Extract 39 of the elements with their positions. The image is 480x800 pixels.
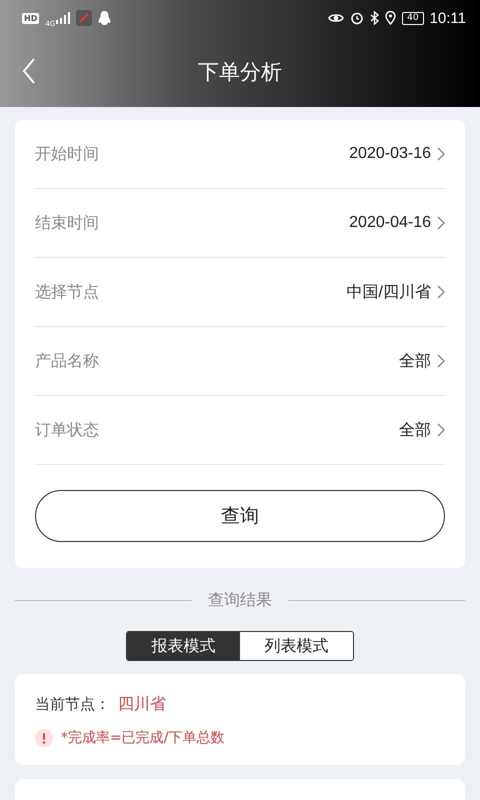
filter-label: 开始时间 — [35, 144, 100, 164]
filter-row[interactable]: 订单状态 全部 — [35, 396, 445, 465]
filter-value: 2020-03-16 — [349, 145, 431, 163]
alarm-icon — [350, 11, 364, 25]
formula-note: *完成率=已完成/下单总数 — [61, 729, 224, 747]
query-button[interactable]: 查询 — [35, 490, 445, 542]
filter-label: 选择节点 — [35, 282, 100, 302]
filter-label: 产品名称 — [35, 350, 100, 372]
page-title: 下单分析 — [198, 58, 282, 86]
chevron-icon — [437, 147, 445, 161]
filter-row[interactable]: 开始时间 2020-03-16 — [35, 120, 445, 189]
filter-value: 全部 — [399, 352, 431, 372]
chevron-icon — [437, 423, 445, 437]
chevron-icon — [437, 285, 445, 299]
chevron-icon — [437, 354, 445, 368]
filter-value: 全部 — [399, 420, 431, 440]
back-icon[interactable] — [22, 58, 36, 84]
hd-badge: HD — [22, 12, 40, 24]
app-icon — [76, 10, 92, 26]
penguin-icon — [98, 10, 112, 26]
chevron-icon — [437, 216, 445, 230]
location-icon — [385, 11, 396, 25]
filter-row[interactable]: 结束时间 2020-04-16 — [35, 189, 445, 258]
battery-indicator: 40 — [402, 12, 424, 24]
node-label: 当前节点： — [35, 695, 110, 714]
filter-label: 订单状态 — [35, 420, 100, 440]
results-heading: 查询结果 — [208, 590, 272, 611]
signal-icon — [56, 12, 70, 24]
filter-row[interactable]: 选择节点 中国/四川省 — [35, 258, 445, 327]
filter-value: 中国/四川省 — [346, 282, 431, 302]
filter-label: 结束时间 — [35, 212, 100, 234]
mode-tab[interactable]: 报表模式 — [127, 632, 240, 660]
bluetooth-icon — [370, 11, 380, 25]
filter-row[interactable]: 产品名称 全部 — [35, 327, 445, 396]
warning-icon — [35, 729, 53, 747]
node-value: 四川省 — [118, 694, 166, 715]
eye-icon — [328, 12, 344, 24]
filter-value: 2020-04-16 — [349, 214, 431, 232]
clock-time: 10:11 — [430, 10, 466, 26]
